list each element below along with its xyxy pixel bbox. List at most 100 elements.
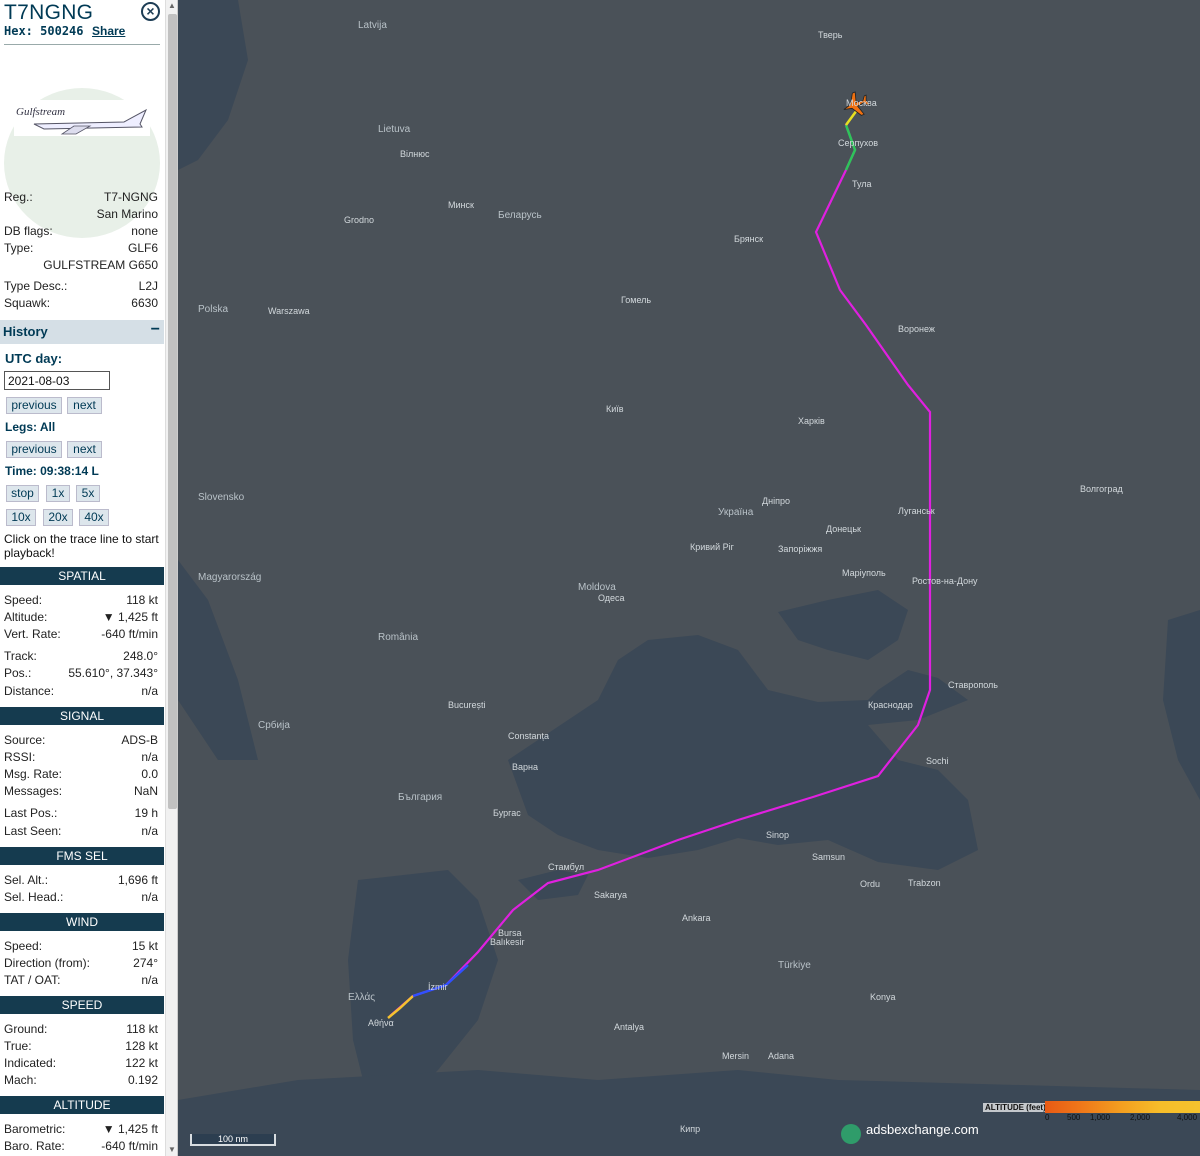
- altitude-tick: 1,000: [1090, 1113, 1111, 1122]
- collapse-icon[interactable]: −: [151, 321, 160, 339]
- signal-row: RSSI: n/a: [4, 750, 160, 766]
- row-value: n/a: [141, 824, 158, 838]
- altitude-color-bar: [1045, 1101, 1200, 1113]
- row-key: Distance:: [4, 684, 55, 698]
- row-value: 248.0°: [123, 649, 158, 663]
- row-key: Last Pos.:: [4, 806, 58, 820]
- utc-day-label: UTC day:: [5, 351, 63, 366]
- row-value: 122 kt: [125, 1056, 158, 1070]
- city-label: Konya: [870, 992, 896, 1002]
- section-header-spatial[interactable]: SPATIAL: [0, 567, 164, 585]
- row-value: n/a: [141, 684, 158, 698]
- country-label: Türkiye: [778, 960, 811, 971]
- azov-sea: [778, 590, 908, 660]
- trace-end-yellow: [844, 109, 859, 126]
- map-labels: Latvija Lietuva Беларусь Polska Україна Moldo…: [198, 20, 1123, 1134]
- city-label: Ankara: [682, 913, 711, 923]
- stop-button[interactable]: stop: [6, 485, 39, 502]
- city-label: Волгоград: [1080, 484, 1123, 494]
- wind-row: Speed: 15 kt: [4, 939, 160, 955]
- city-label: Москва: [846, 98, 877, 108]
- city-label: Кипр: [680, 1124, 700, 1134]
- info-key: Reg.:: [4, 190, 33, 204]
- map-canvas[interactable]: Latvija Lietuva Беларусь Polska Україна Moldo…: [178, 0, 1200, 1156]
- aegean-sea: [348, 870, 498, 1100]
- country-label: Moldova: [578, 582, 616, 593]
- brand-text: adsbexchange.com: [866, 1122, 979, 1137]
- speed-1x-button[interactable]: 1x: [46, 485, 70, 502]
- row-key: Pos.:: [4, 666, 32, 680]
- flight-trace[interactable]: [389, 109, 932, 1017]
- scroll-thumb[interactable]: [168, 14, 177, 809]
- info-value: L2J: [138, 279, 158, 293]
- city-label: Краснодар: [868, 700, 913, 710]
- country-label: Latvija: [358, 20, 387, 31]
- speed-40x-button[interactable]: 40x: [79, 509, 109, 526]
- row-key: TAT / OAT:: [4, 973, 61, 987]
- next-day-button[interactable]: next: [67, 397, 102, 414]
- row-value: -640 ft/min: [101, 627, 158, 641]
- speed-10x-button[interactable]: 10x: [6, 509, 36, 526]
- sidebar-scrollbar[interactable]: ▲ ▼: [165, 0, 177, 1156]
- speed-5x-button[interactable]: 5x: [76, 485, 100, 502]
- country-label: Lietuva: [378, 124, 411, 135]
- scroll-down-icon[interactable]: ▼: [166, 1144, 177, 1156]
- date-input[interactable]: [4, 371, 110, 390]
- previous-leg-button[interactable]: previous: [6, 441, 62, 458]
- city-label: Бургас: [493, 808, 521, 818]
- row-value: 19 h: [134, 806, 158, 820]
- spatial-row: Altitude: ▼ 1,425 ft: [4, 610, 160, 626]
- city-label: Mersin: [722, 1051, 749, 1061]
- callsign-title: T7NGNG: [4, 1, 94, 24]
- section-header-speed[interactable]: SPEED: [0, 996, 164, 1014]
- row-value: 128 kt: [125, 1039, 158, 1053]
- row-key: Direction (from):: [4, 956, 91, 970]
- country-label: Србија: [258, 719, 290, 731]
- history-header[interactable]: History −: [0, 320, 164, 344]
- info-value: GLF6: [127, 241, 158, 255]
- country-label: Україна: [718, 507, 754, 518]
- city-label: Samsun: [812, 852, 845, 862]
- city-label: Ростов-на-Дону: [912, 576, 978, 586]
- section-header-fms[interactable]: FMS SEL: [0, 847, 164, 865]
- altitude-ticks: 0 500 1,000 2,000 4,000: [1045, 1113, 1200, 1125]
- row-key: Speed:: [4, 593, 43, 607]
- share-link[interactable]: Share: [92, 24, 125, 38]
- speed-20x-button[interactable]: 20x: [43, 509, 73, 526]
- fms-row: Sel. Head.: n/a: [4, 890, 160, 906]
- city-label: Balıkesir: [490, 937, 525, 947]
- country-label: Ελλάς: [348, 991, 375, 1003]
- signal-row: Last Pos.: 19 h: [4, 806, 160, 822]
- row-value: -640 ft/min: [101, 1139, 158, 1153]
- row-value: 0.0: [141, 767, 158, 781]
- info-row: DB flags: none: [4, 224, 160, 240]
- map-view[interactable]: Latvija Lietuva Беларусь Polska Україна Moldo…: [178, 0, 1200, 1156]
- city-label: Тула: [852, 179, 872, 189]
- row-value: 118 kt: [126, 1022, 158, 1036]
- row-value: n/a: [141, 750, 158, 764]
- row-value: 15 kt: [131, 939, 158, 953]
- spatial-row: Track: 248.0°: [4, 649, 160, 665]
- city-label: Antalya: [614, 1022, 644, 1032]
- signal-row: Msg. Rate: 0.0: [4, 767, 160, 783]
- scroll-up-icon[interactable]: ▲: [166, 0, 177, 12]
- section-header-wind[interactable]: WIND: [0, 913, 164, 931]
- row-key: Indicated:: [4, 1056, 57, 1070]
- section-header-signal[interactable]: SIGNAL: [0, 707, 164, 725]
- time-label: Time: 09:38:14 L: [5, 464, 99, 478]
- baltic-sea: [178, 0, 248, 170]
- city-label: Constanța: [508, 731, 549, 741]
- country-label: Slovensko: [198, 492, 245, 503]
- row-value: ▼ 1,425 ft: [102, 610, 158, 624]
- info-value: none: [131, 224, 158, 238]
- row-value: 0.192: [127, 1073, 158, 1087]
- signal-row: Last Seen: n/a: [4, 824, 160, 840]
- next-leg-button[interactable]: next: [67, 441, 102, 458]
- previous-day-button[interactable]: previous: [6, 397, 62, 414]
- row-key: Messages:: [4, 784, 63, 798]
- speed-row: Indicated: 122 kt: [4, 1056, 160, 1072]
- close-icon[interactable]: ×: [141, 2, 160, 21]
- country-label: България: [398, 792, 442, 803]
- section-header-altitude[interactable]: ALTITUDE: [0, 1096, 164, 1114]
- city-label: București: [448, 700, 486, 710]
